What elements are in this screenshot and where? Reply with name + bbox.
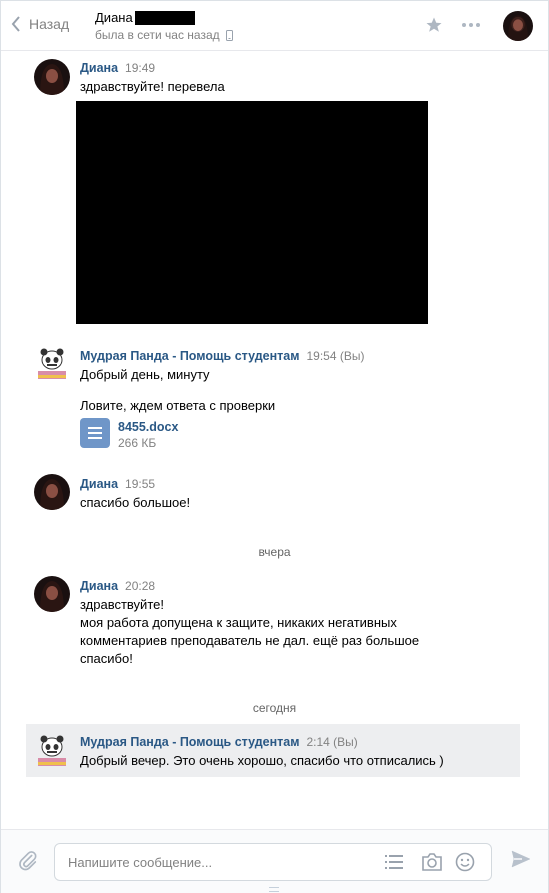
back-button[interactable]: Назад — [11, 16, 69, 32]
message-text: здравствуйте! — [80, 597, 164, 612]
camera-icon[interactable] — [421, 853, 443, 871]
avatar[interactable] — [34, 576, 70, 612]
template-list-icon[interactable] — [385, 854, 403, 870]
document-size: 266 КБ — [118, 436, 157, 450]
chat-window: Назад Диана была в сети час назад Диана 1… — [0, 0, 549, 893]
message-item: Диана 19:49 здравствуйте! перевела — [26, 51, 520, 336]
resize-grip[interactable] — [269, 887, 279, 892]
paperclip-icon[interactable] — [17, 850, 39, 872]
document-name[interactable]: 8455.docx — [118, 420, 178, 434]
message-composer: Напишите сообщение... — [1, 829, 548, 893]
message-item: Мудрая Панда - Помощь студентам 19:54 (Вы… — [26, 337, 520, 465]
mobile-icon — [225, 29, 233, 41]
panda-avatar[interactable] — [34, 732, 70, 768]
panda-avatar[interactable] — [34, 345, 70, 381]
peer-info[interactable]: Диана была в сети час назад — [95, 10, 233, 42]
chevron-left-icon — [11, 16, 20, 32]
attached-photo[interactable] — [76, 101, 428, 324]
message-text: Добрый день, минуту — [80, 367, 210, 382]
send-icon[interactable] — [511, 850, 531, 868]
peer-name[interactable]: Диана — [95, 10, 133, 25]
message-author[interactable]: Мудрая Панда - Помощь студентам — [80, 349, 299, 363]
message-text: комментариев преподаватель не дал. ещё р… — [80, 633, 420, 648]
message-author[interactable]: Диана — [80, 477, 118, 491]
peer-avatar[interactable] — [503, 11, 533, 41]
message-text: моя работа допущена к защите, никаких не… — [80, 615, 397, 630]
message-text: здравствуйте! перевела — [80, 79, 225, 94]
avatar[interactable] — [34, 59, 70, 95]
date-divider: вчера — [258, 545, 291, 559]
message-time[interactable]: 20:28 — [125, 579, 155, 593]
redacted-surname — [134, 10, 195, 25]
message-input[interactable]: Напишите сообщение... — [54, 843, 492, 881]
peer-status: была в сети час назад — [95, 28, 220, 42]
document-icon[interactable] — [80, 418, 110, 448]
message-text: Ловите, ждем ответа с проверки — [80, 398, 276, 413]
message-text: спасибо! — [80, 651, 133, 666]
message-item: Мудрая Панда - Помощь студентам 2:14 (Вы)… — [26, 724, 520, 777]
message-time[interactable]: 19:54 (Вы) — [306, 349, 364, 363]
message-text: спасибо большое! — [80, 495, 191, 510]
message-author[interactable]: Диана — [80, 579, 118, 593]
message-author[interactable]: Диана — [80, 61, 118, 75]
message-item: Диана 19:55 спасибо большое! — [26, 466, 520, 526]
star-icon[interactable] — [425, 16, 443, 34]
message-time[interactable]: 19:49 — [125, 61, 155, 75]
emoji-icon[interactable] — [455, 852, 475, 872]
date-divider: сегодня — [252, 701, 297, 715]
more-icon[interactable] — [461, 22, 481, 28]
message-time[interactable]: 2:14 (Вы) — [306, 735, 357, 749]
avatar[interactable] — [34, 474, 70, 510]
message-placeholder: Напишите сообщение... — [68, 855, 213, 870]
message-text: Добрый вечер. Это очень хорошо, спасибо … — [80, 753, 444, 768]
message-item: Диана 20:28 здравствуйте! моя работа допу… — [26, 568, 520, 678]
message-time[interactable]: 19:55 — [125, 477, 155, 491]
back-label: Назад — [29, 16, 70, 32]
chat-header: Назад Диана была в сети час назад — [1, 1, 548, 51]
message-author[interactable]: Мудрая Панда - Помощь студентам — [80, 735, 299, 749]
